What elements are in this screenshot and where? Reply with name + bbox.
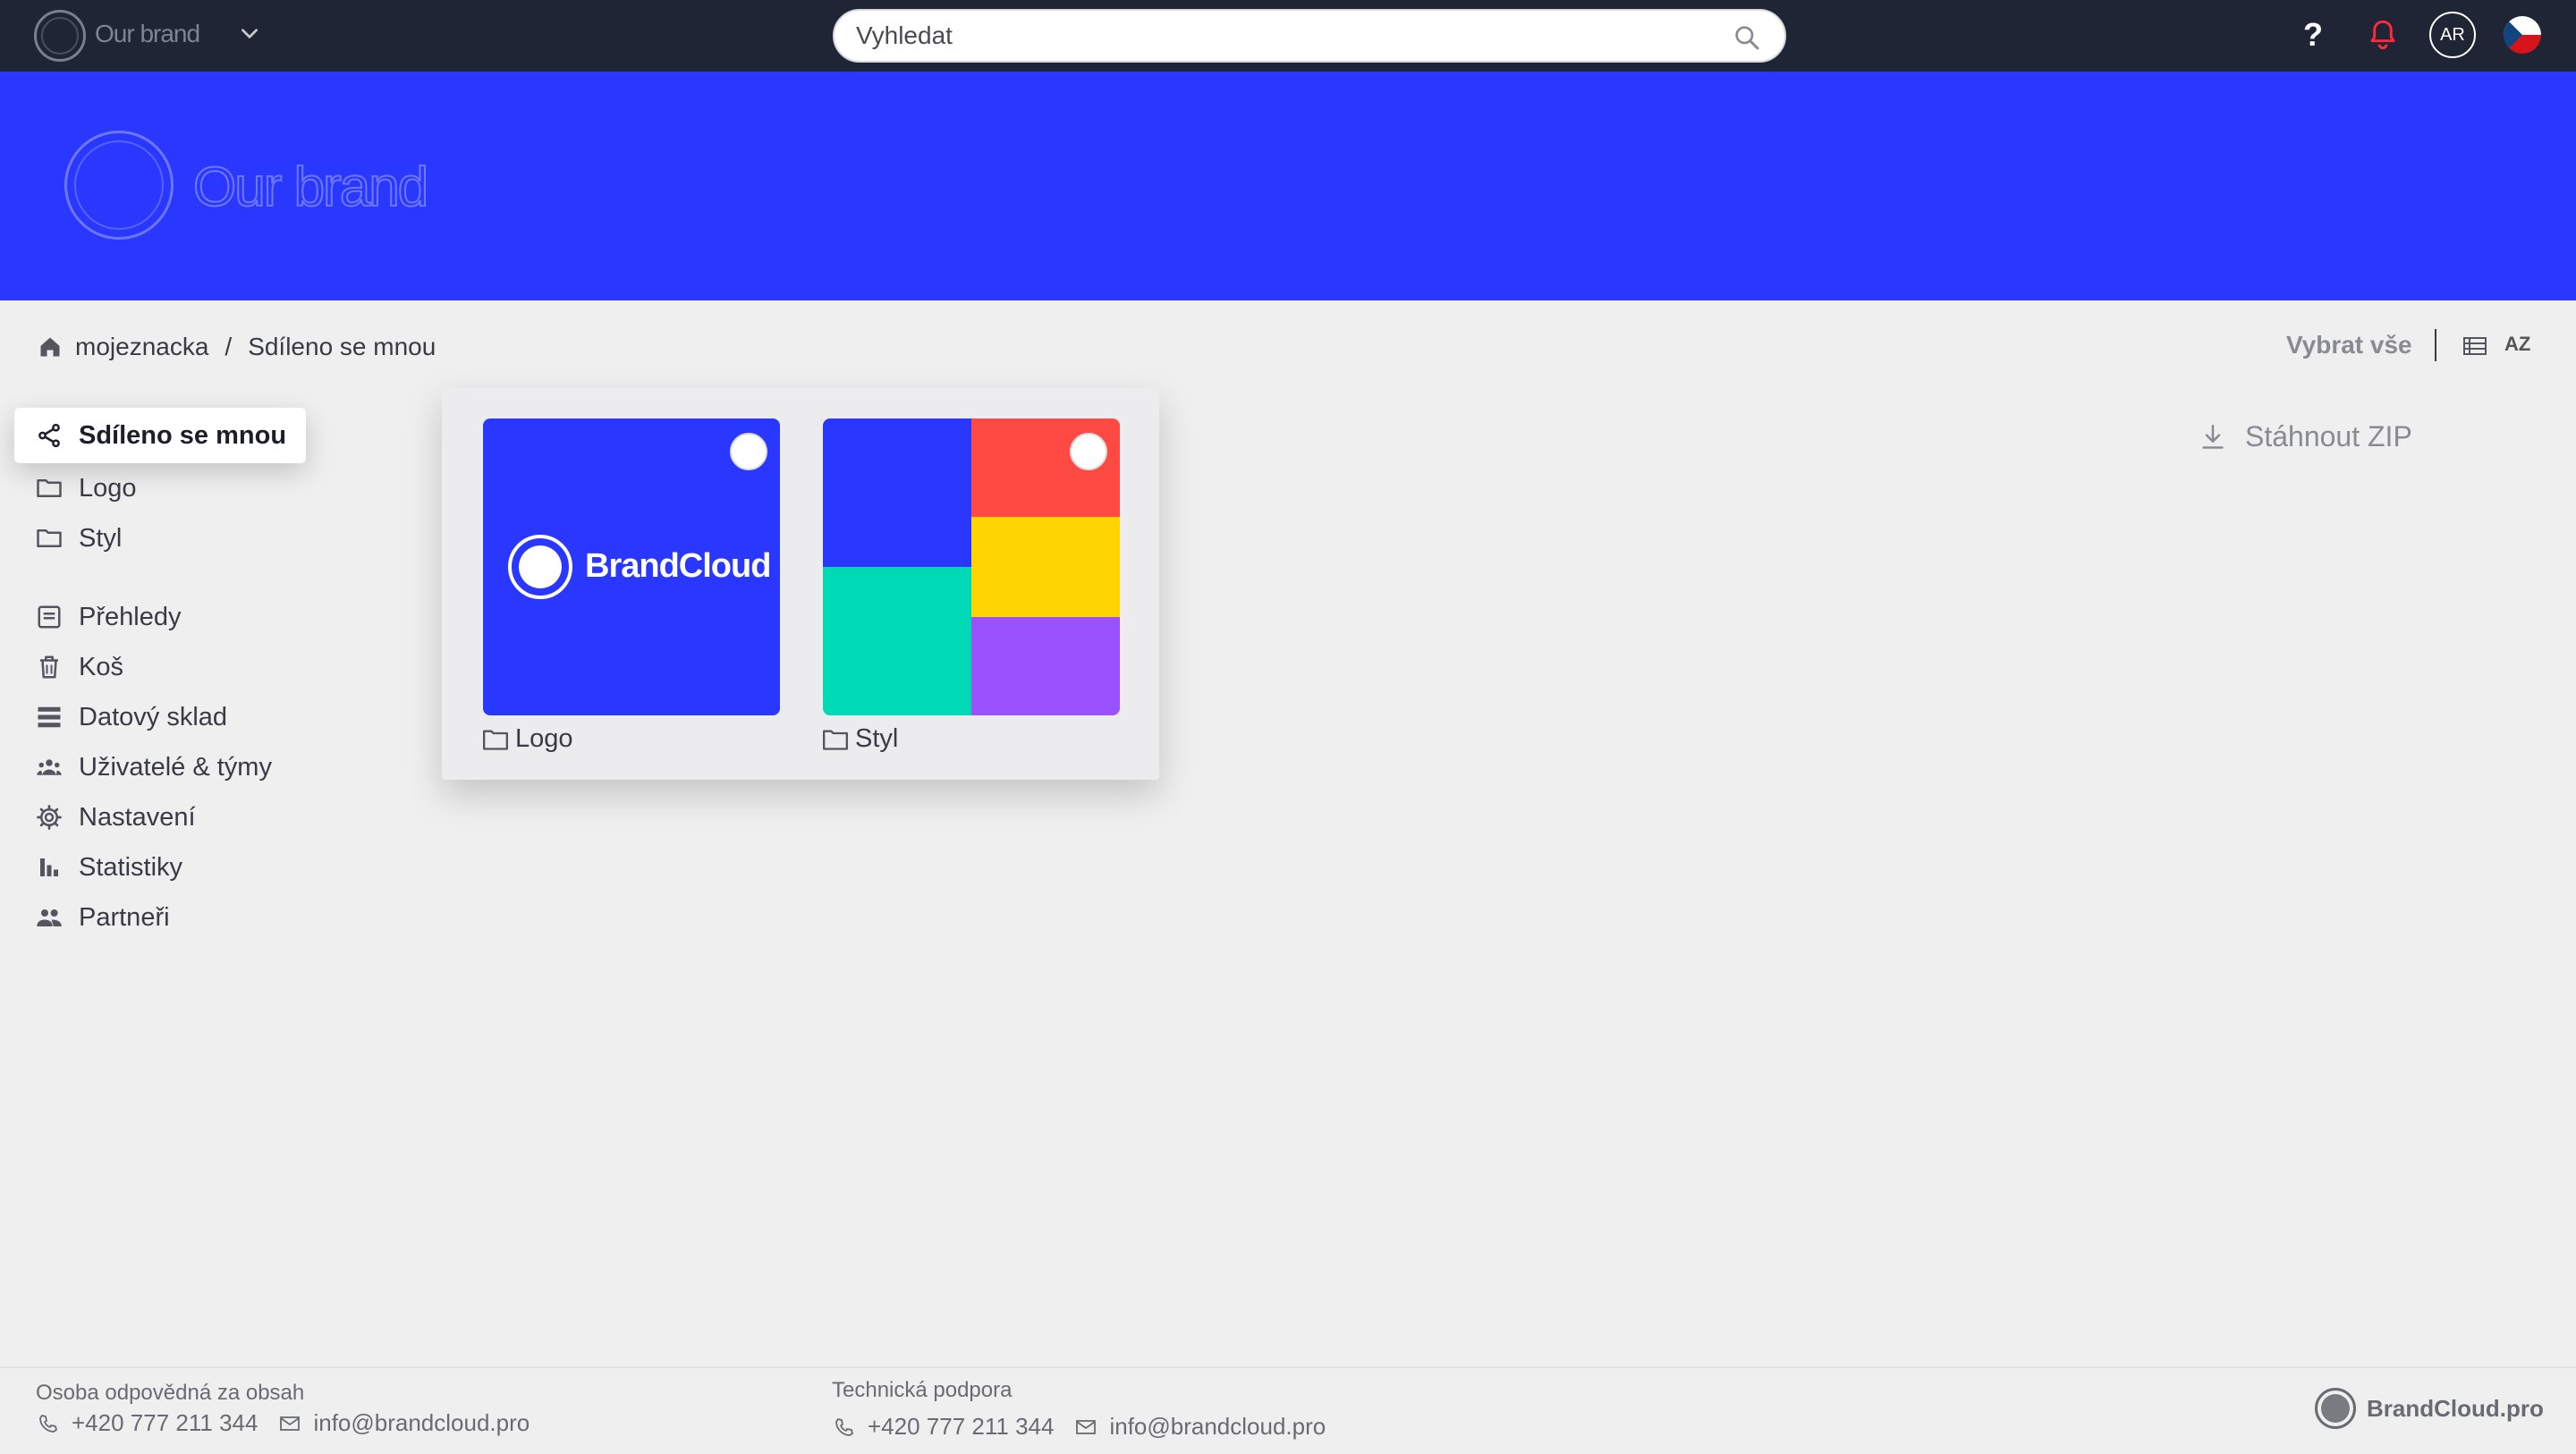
- footer-brand-name: BrandCloud.pro: [2367, 1394, 2544, 1422]
- folder-icon: [37, 529, 62, 547]
- sidebar-item-overview[interactable]: Přehledy: [14, 592, 390, 642]
- folder-caption[interactable]: Logo: [483, 724, 780, 754]
- sidebar-item-statistics[interactable]: Statistiky: [14, 842, 390, 892]
- sidebar: Sdíleno se mnou Logo Styl Přehledy Koš D…: [14, 408, 390, 943]
- search-input[interactable]: [856, 18, 1715, 54]
- sort-az-icon[interactable]: AZ: [2504, 333, 2530, 356]
- share-icon: [38, 423, 60, 448]
- phone-icon: [39, 1414, 57, 1433]
- select-checkbox[interactable]: [1070, 433, 1107, 470]
- support-contacts: +420 777 211 344 info@brandcloud.pro: [834, 1413, 1326, 1441]
- sidebar-item-label: Statistiky: [79, 852, 183, 882]
- sidebar-item-label: Uživatelé & týmy: [79, 752, 272, 782]
- folder-icon: [37, 479, 62, 497]
- content-owner-contacts: +420 777 211 344 info@brandcloud.pro: [38, 1409, 530, 1437]
- color-tile-blue: [823, 418, 971, 567]
- thumbnail-text: BrandCloud: [585, 547, 771, 585]
- bell-icon[interactable]: [2368, 18, 2397, 52]
- partners-icon: [37, 909, 62, 926]
- folder-thumbnail[interactable]: [823, 418, 1120, 715]
- users-icon: [37, 759, 62, 775]
- banner-brand-name: Our brand: [192, 156, 429, 219]
- sidebar-item-logo[interactable]: Logo: [14, 463, 390, 513]
- breadcrumb-separator: /: [225, 333, 233, 360]
- sidebar-item-label: Přehledy: [79, 602, 182, 631]
- content-owner-phone[interactable]: +420 777 211 344: [72, 1409, 258, 1437]
- mail-icon: [1076, 1419, 1097, 1434]
- sidebar-item-users[interactable]: Uživatelé & týmy: [14, 742, 390, 792]
- folder-name: Logo: [515, 724, 573, 753]
- brand-banner: Our brand: [0, 72, 2576, 300]
- sidebar-item-trash[interactable]: Koš: [14, 642, 390, 692]
- content-owner-label: Osoba odpovědná za obsah: [36, 1381, 305, 1405]
- breadcrumb: mojeznacka / Sdíleno se mnou: [38, 331, 436, 363]
- folder-name: Styl: [855, 724, 899, 753]
- toolbar-divider: [2435, 329, 2436, 361]
- sidebar-item-label: Styl: [79, 523, 123, 553]
- select-all-button[interactable]: Vybrat vše: [2286, 331, 2412, 359]
- breadcrumb-current: Sdíleno se mnou: [248, 333, 436, 360]
- color-tile-purple: [971, 617, 1120, 715]
- folder-card-logo[interactable]: BrandCloud Logo: [483, 418, 780, 754]
- support-label: Technická podpora: [832, 1378, 1013, 1402]
- trash-icon: [40, 655, 58, 679]
- download-zip-button[interactable]: Stáhnout ZIP: [2200, 420, 2412, 453]
- support-email[interactable]: info@brandcloud.pro: [1109, 1413, 1326, 1441]
- banner-logo-icon: [64, 131, 174, 240]
- phone-icon: [835, 1417, 853, 1436]
- folder-grid: BrandCloud Logo Styl: [442, 388, 1159, 780]
- list-view-icon[interactable]: [2463, 336, 2487, 356]
- support-phone[interactable]: +420 777 211 344: [868, 1413, 1054, 1441]
- sidebar-item-label: Logo: [79, 473, 137, 503]
- mail-icon: [280, 1416, 301, 1431]
- gear-icon: [37, 805, 62, 830]
- brandcloud-logo-icon: [2315, 1388, 2356, 1429]
- sidebar-item-database[interactable]: Datový sklad: [14, 692, 390, 742]
- overview-icon: [38, 605, 61, 629]
- czech-flag-icon[interactable]: [2504, 16, 2541, 54]
- folder-thumbnail[interactable]: BrandCloud: [483, 418, 780, 715]
- search-box[interactable]: [833, 9, 1786, 63]
- folder-icon: [483, 730, 508, 750]
- top-bar: Our brand ? AR: [0, 0, 2576, 72]
- sidebar-item-label: Koš: [79, 652, 123, 681]
- sidebar-item-partners[interactable]: Partneři: [14, 892, 390, 943]
- brand-name[interactable]: Our brand: [95, 20, 200, 48]
- color-tile-teal: [823, 567, 971, 715]
- footer-brand[interactable]: BrandCloud.pro: [2315, 1388, 2544, 1429]
- chart-icon: [40, 858, 58, 876]
- download-zip-label: Stáhnout ZIP: [2245, 420, 2412, 452]
- sidebar-item-label: Datový sklad: [79, 702, 228, 731]
- sidebar-item-label: Partneři: [79, 902, 170, 932]
- user-avatar[interactable]: AR: [2429, 12, 2476, 58]
- search-icon[interactable]: [1733, 23, 1761, 52]
- folder-card-styl[interactable]: Styl: [823, 418, 1120, 754]
- chevron-down-icon[interactable]: [238, 21, 261, 45]
- folder-caption[interactable]: Styl: [823, 724, 1120, 754]
- brand-logo-icon[interactable]: [34, 10, 86, 62]
- help-icon[interactable]: ?: [2303, 16, 2323, 54]
- sidebar-item-label: Sdíleno se mnou: [79, 420, 287, 450]
- brandcloud-logo-icon: [508, 535, 572, 599]
- sidebar-item-label: Nastavení: [79, 802, 196, 832]
- database-icon: [38, 706, 61, 728]
- folder-icon: [823, 730, 848, 750]
- sidebar-item-styl[interactable]: Styl: [14, 513, 390, 563]
- breadcrumb-root[interactable]: mojeznacka: [75, 333, 208, 361]
- sidebar-item-shared[interactable]: Sdíleno se mnou: [14, 408, 306, 463]
- sidebar-item-settings[interactable]: Nastavení: [14, 792, 390, 842]
- select-checkbox[interactable]: [730, 433, 767, 470]
- download-icon: [2202, 424, 2224, 449]
- content-owner-email[interactable]: info@brandcloud.pro: [313, 1409, 530, 1437]
- home-icon[interactable]: [38, 334, 63, 359]
- color-tile-yellow: [971, 517, 1120, 617]
